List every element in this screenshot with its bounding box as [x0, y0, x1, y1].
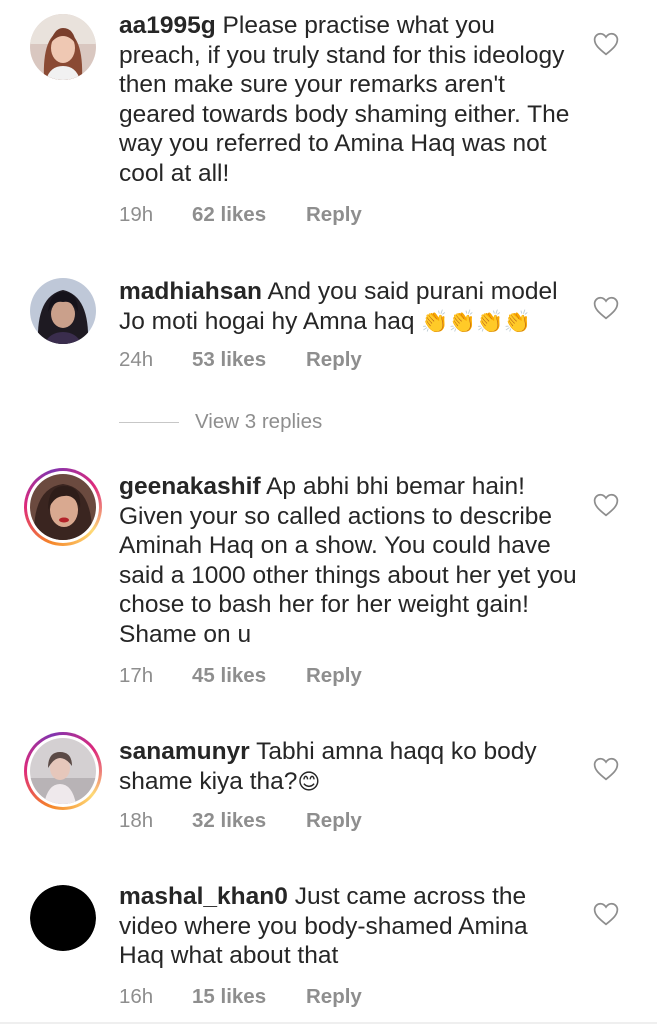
- comment-emoji: 😊: [297, 768, 321, 794]
- comment-username[interactable]: sanamunyr: [119, 738, 250, 765]
- comment-meta: 24h 53 likes Reply: [119, 348, 362, 372]
- comment-likes[interactable]: 15 likes: [192, 985, 306, 1009]
- heart-outline-icon[interactable]: [593, 296, 619, 320]
- avatar[interactable]: [24, 468, 102, 546]
- comment-time: 17h: [119, 664, 154, 687]
- comment-username[interactable]: aa1995g: [119, 12, 216, 39]
- comment-text: geenakashif Ap abhi bhi bemar hain! Give…: [119, 472, 579, 650]
- comment-text: sanamunyr Tabhi amna haqq ko body shame …: [119, 737, 579, 796]
- comment-time: 16h: [119, 985, 154, 1008]
- avatar[interactable]: [30, 278, 96, 344]
- comment-time: 24h: [119, 348, 154, 371]
- avatar[interactable]: [24, 732, 102, 810]
- reply-button[interactable]: Reply: [306, 809, 362, 833]
- avatar-photo-icon: [30, 738, 96, 804]
- heart-outline-icon[interactable]: [593, 902, 619, 926]
- replies-divider: [119, 421, 179, 423]
- comment-likes[interactable]: 53 likes: [192, 348, 306, 372]
- reply-button[interactable]: Reply: [306, 348, 362, 372]
- comment-text: aa1995g Please practise what you preach,…: [119, 11, 579, 189]
- view-replies-button[interactable]: View 3 replies: [119, 408, 322, 436]
- comment-username[interactable]: mashal_khan0: [119, 883, 288, 910]
- view-replies-label: View 3 replies: [195, 410, 323, 433]
- comment-emoji: 👏👏👏👏: [421, 308, 531, 334]
- comment-likes[interactable]: 62 likes: [192, 203, 306, 227]
- heart-outline-icon[interactable]: [593, 32, 619, 56]
- comment-meta: 16h 15 likes Reply: [119, 985, 362, 1009]
- comment-meta: 19h 62 likes Reply: [119, 203, 362, 227]
- comment-username[interactable]: geenakashif: [119, 473, 261, 500]
- comment-username[interactable]: madhiahsan: [119, 278, 262, 305]
- heart-outline-icon[interactable]: [593, 493, 619, 517]
- avatar-photo: [30, 474, 96, 540]
- avatar-photo: [30, 738, 96, 804]
- avatar-placeholder-icon: [30, 885, 96, 951]
- comment-meta: 18h 32 likes Reply: [119, 809, 362, 833]
- avatar[interactable]: [30, 14, 96, 80]
- comment-meta: 17h 45 likes Reply: [119, 664, 362, 688]
- comment-time: 19h: [119, 203, 154, 226]
- comment-likes[interactable]: 32 likes: [192, 809, 306, 833]
- comment-text: madhiahsan And you said purani model Jo …: [119, 277, 579, 336]
- reply-button[interactable]: Reply: [306, 664, 362, 688]
- comment-text: mashal_khan0 Just came across the video …: [119, 882, 579, 971]
- reply-button[interactable]: Reply: [306, 985, 362, 1009]
- comment-time: 18h: [119, 809, 154, 832]
- reply-button[interactable]: Reply: [306, 203, 362, 227]
- heart-outline-icon[interactable]: [593, 757, 619, 781]
- avatar[interactable]: [30, 885, 96, 951]
- avatar-photo-icon: [30, 278, 96, 344]
- comment-likes[interactable]: 45 likes: [192, 664, 306, 688]
- avatar-photo-icon: [30, 474, 96, 540]
- avatar-photo-icon: [30, 14, 96, 80]
